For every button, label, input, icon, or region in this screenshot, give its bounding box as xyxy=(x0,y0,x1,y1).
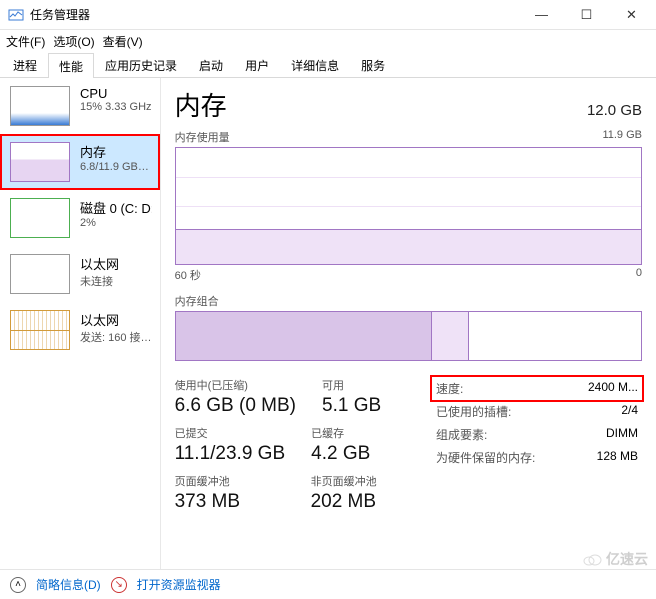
memory-usage-graph[interactable] xyxy=(175,147,642,265)
prop-reserved-label: 为硬件保留的内存: xyxy=(436,449,535,466)
prop-reserved-value: 128 MB xyxy=(597,449,638,466)
prop-speed-label: 速度: xyxy=(436,380,463,397)
open-resmon-link[interactable]: 打开资源监视器 xyxy=(137,576,221,593)
prop-form-value: DIMM xyxy=(606,426,638,443)
memory-total: 12.0 GB xyxy=(587,102,642,119)
stat-paged-value: 373 MB xyxy=(175,491,285,513)
disk-thumbnail-icon xyxy=(10,198,70,238)
menu-bar: 文件(F) 选项(O) 查看(V) xyxy=(0,30,656,52)
sidebar-item-cpu[interactable]: CPU 15% 3.33 GHz xyxy=(0,78,160,134)
watermark: 亿速云 xyxy=(582,549,648,569)
tab-details[interactable]: 详细信息 xyxy=(280,52,350,77)
prop-slots-value: 2/4 xyxy=(621,403,638,420)
tab-processes[interactable]: 进程 xyxy=(2,52,48,77)
performance-sidebar: CPU 15% 3.33 GHz 内存 6.8/11.9 GB (57%) 磁盘… xyxy=(0,78,161,569)
close-button[interactable]: ✕ xyxy=(609,0,654,30)
stat-committed-value: 11.1/23.9 GB xyxy=(175,443,286,465)
tab-services[interactable]: 服务 xyxy=(350,52,396,77)
sidebar-item-sub: 发送: 160 接收: 224 Kb xyxy=(80,329,152,345)
window-title: 任务管理器 xyxy=(30,6,90,23)
tab-startup[interactable]: 启动 xyxy=(188,52,234,77)
stat-available-value: 5.1 GB xyxy=(322,395,432,417)
usage-graph-label: 内存使用量 xyxy=(175,129,230,145)
sidebar-item-label: CPU xyxy=(80,86,152,101)
stat-cached-label: 已缓存 xyxy=(311,425,421,441)
footer-bar: ˄ 简略信息(D) ↘ 打开资源监视器 xyxy=(0,569,656,599)
resmon-icon: ↘ xyxy=(111,577,127,593)
tab-users[interactable]: 用户 xyxy=(234,52,280,77)
prop-speed: 速度: 2400 M... xyxy=(432,377,642,400)
prop-form-label: 组成要素: xyxy=(436,426,487,443)
cpu-thumbnail-icon xyxy=(10,86,70,126)
sidebar-item-sub: 未连接 xyxy=(80,273,152,289)
sidebar-item-ethernet-1[interactable]: 以太网 未连接 xyxy=(0,246,160,302)
page-title: 内存 xyxy=(175,86,227,123)
sidebar-item-label: 内存 xyxy=(80,142,152,161)
maximize-button[interactable]: ☐ xyxy=(564,0,609,30)
memory-thumbnail-icon xyxy=(10,142,70,182)
sidebar-item-label: 磁盘 0 (C: D:) xyxy=(80,198,152,217)
menu-view[interactable]: 查看(V) xyxy=(103,33,143,50)
prop-slots-label: 已使用的插槽: xyxy=(436,403,511,420)
tab-performance[interactable]: 性能 xyxy=(48,53,94,78)
memory-composition-graph[interactable] xyxy=(175,311,642,361)
time-axis-end: 0 xyxy=(636,267,642,283)
prop-slots: 已使用的插槽: 2/4 xyxy=(432,400,642,423)
app-icon xyxy=(8,7,24,23)
stat-in-use-label: 使用中(已压缩) xyxy=(175,377,296,393)
sidebar-item-sub: 2% xyxy=(80,217,152,229)
stat-available-label: 可用 xyxy=(322,377,432,393)
stat-nonpaged-value: 202 MB xyxy=(311,491,421,513)
title-bar: 任务管理器 — ☐ ✕ xyxy=(0,0,656,30)
sidebar-item-sub: 6.8/11.9 GB (57%) xyxy=(80,161,152,173)
watermark-text: 亿速云 xyxy=(606,549,648,569)
sidebar-item-label: 以太网 xyxy=(80,310,152,329)
sidebar-item-ethernet-2[interactable]: 以太网 发送: 160 接收: 224 Kb xyxy=(0,302,160,358)
menu-file[interactable]: 文件(F) xyxy=(6,33,45,50)
chevron-up-icon[interactable]: ˄ xyxy=(10,577,26,593)
cloud-icon xyxy=(582,552,602,566)
sidebar-item-disk[interactable]: 磁盘 0 (C: D:) 2% xyxy=(0,190,160,246)
brief-info-link[interactable]: 简略信息(D) xyxy=(36,576,101,593)
minimize-button[interactable]: — xyxy=(519,0,564,30)
composition-label: 内存组合 xyxy=(175,293,642,309)
prop-form: 组成要素: DIMM xyxy=(432,423,642,446)
ethernet-thumbnail-icon xyxy=(10,310,70,350)
time-axis-start: 60 秒 xyxy=(175,267,201,283)
stat-cached-value: 4.2 GB xyxy=(311,443,421,465)
menu-options[interactable]: 选项(O) xyxy=(53,33,94,50)
content-area: CPU 15% 3.33 GHz 内存 6.8/11.9 GB (57%) 磁盘… xyxy=(0,78,656,569)
sidebar-item-label: 以太网 xyxy=(80,254,152,273)
stat-paged-label: 页面缓冲池 xyxy=(175,473,285,489)
memory-stats: 使用中(已压缩) 6.6 GB (0 MB) 可用 5.1 GB 已提交 11.… xyxy=(175,377,642,521)
memory-detail-panel: 内存 12.0 GB 内存使用量 11.9 GB 60 秒 0 内存组合 xyxy=(161,78,656,569)
prop-speed-value: 2400 M... xyxy=(588,380,638,397)
tab-app-history[interactable]: 应用历史记录 xyxy=(94,52,188,77)
stat-nonpaged-label: 非页面缓冲池 xyxy=(311,473,421,489)
prop-reserved: 为硬件保留的内存: 128 MB xyxy=(432,446,642,469)
stat-in-use-value: 6.6 GB (0 MB) xyxy=(175,395,296,417)
tab-bar: 进程 性能 应用历史记录 启动 用户 详细信息 服务 xyxy=(0,52,656,78)
sidebar-item-memory[interactable]: 内存 6.8/11.9 GB (57%) xyxy=(0,134,160,190)
usage-graph-max: 11.9 GB xyxy=(602,129,642,145)
ethernet-thumbnail-icon xyxy=(10,254,70,294)
stat-committed-label: 已提交 xyxy=(175,425,286,441)
sidebar-item-sub: 15% 3.33 GHz xyxy=(80,101,152,113)
